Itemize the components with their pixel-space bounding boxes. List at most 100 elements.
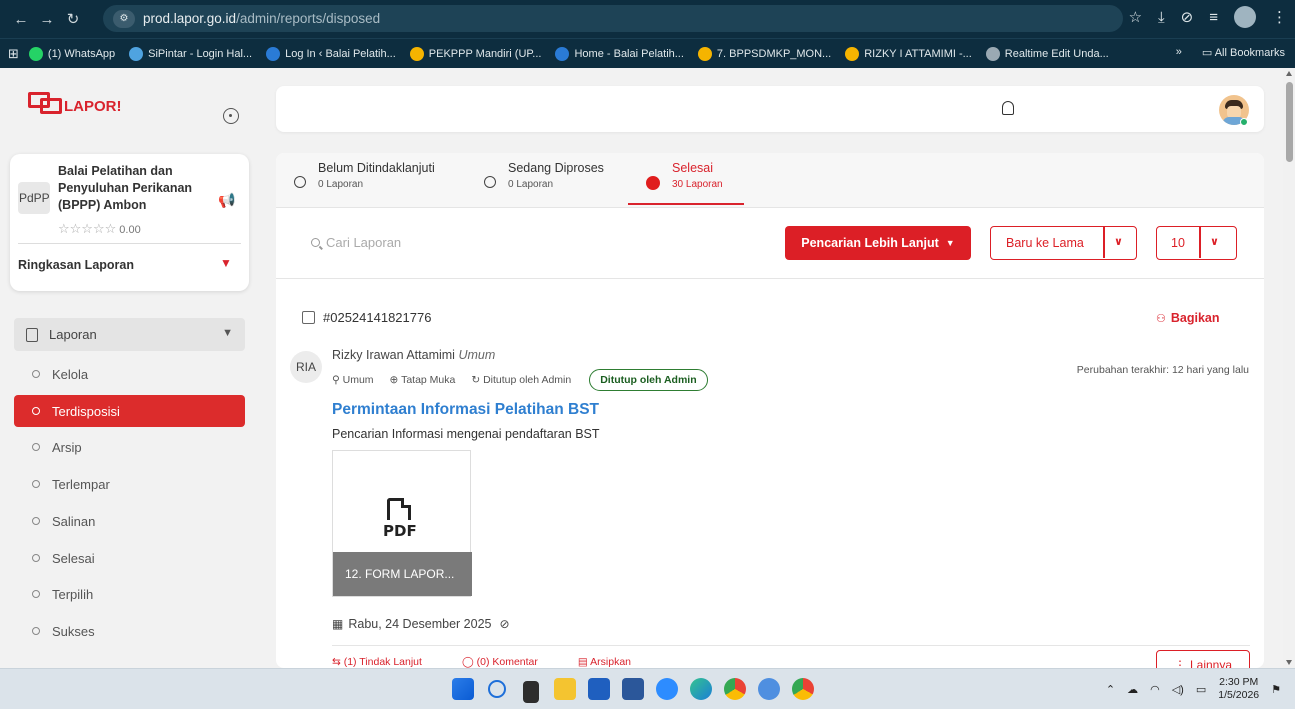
report-title-link[interactable]: Permintaan Informasi Pelatihan BST xyxy=(332,401,599,419)
sort-select[interactable]: Baru ke Lama ∨ xyxy=(990,226,1137,260)
forward-icon[interactable]: → xyxy=(34,11,60,28)
circle-icon xyxy=(32,370,40,378)
store-icon[interactable] xyxy=(588,678,610,700)
sidebar-item-arsip[interactable]: Arsip xyxy=(14,431,245,463)
share-button[interactable]: ⚇ Bagikan xyxy=(1156,311,1220,325)
url-text[interactable]: prod.lapor.go.id/admin/reports/disposed xyxy=(143,11,380,26)
profile-avatar[interactable] xyxy=(1234,6,1256,28)
bell-icon[interactable] xyxy=(1002,101,1014,115)
zoom-icon[interactable] xyxy=(656,678,678,700)
bookmark-item[interactable]: Realtime Edit Unda... xyxy=(985,46,1109,61)
battery-icon[interactable]: ▭ xyxy=(1196,683,1206,696)
ringkasan-laporan-toggle[interactable]: Ringkasan Laporan xyxy=(18,258,134,272)
lapor-logo-icon xyxy=(28,88,62,116)
edge-icon[interactable] xyxy=(690,678,712,700)
radio-icon xyxy=(484,176,496,188)
sidebar-item-sukses[interactable]: Sukses xyxy=(14,615,245,647)
page-scrollbar[interactable] xyxy=(1283,68,1295,668)
report-id[interactable]: #02524141821776 xyxy=(323,310,431,325)
reporter-avatar: RIA xyxy=(290,351,322,383)
tray-overflow-icon[interactable]: ⌃ xyxy=(1106,683,1115,696)
notification-icon[interactable]: ⚑ xyxy=(1271,683,1281,696)
bookmark-item[interactable]: RIZKY I ATTAMIMI -... xyxy=(845,46,972,61)
sidebar-item-selesai[interactable]: Selesai xyxy=(14,542,245,574)
system-clock[interactable]: 2:30 PM 1/5/2026 xyxy=(1218,676,1259,702)
bookmark-item[interactable]: PEKPPP Mandiri (UP... xyxy=(409,46,541,61)
bookmark-item[interactable]: Home - Balai Pelatih... xyxy=(555,46,684,61)
wifi-icon[interactable]: ◠ xyxy=(1150,683,1160,696)
download-icon[interactable]: ⤓ xyxy=(1158,9,1165,26)
address-bar[interactable]: ⚙ prod.lapor.go.id/admin/reports/dispose… xyxy=(103,5,1123,32)
chrome-icon[interactable] xyxy=(724,678,746,700)
tab-sedang-diproses[interactable]: Sedang Diproses 0 Laporan xyxy=(484,161,604,190)
extension-icon[interactable]: ⊘ xyxy=(1181,8,1194,26)
bookmarks-overflow-icon[interactable]: » xyxy=(1176,46,1182,59)
closed-meta: ↻ Ditutup oleh Admin xyxy=(471,374,572,386)
task-view-icon[interactable] xyxy=(523,681,539,703)
report-description: Pencarian Informasi mengenai pendaftaran… xyxy=(332,427,600,441)
browser-toolbar: ← → ↻ ⚙ prod.lapor.go.id/admin/reports/d… xyxy=(0,0,1295,38)
word-icon[interactable] xyxy=(622,678,644,700)
comments-link[interactable]: ◯ (0) Komentar xyxy=(462,656,558,668)
status-tabs: Belum Ditindaklanjuti 0 Laporan Sedang Di… xyxy=(276,153,1264,208)
last-change-text: Perubahan terakhir: 12 hari yang lalu xyxy=(1076,364,1249,376)
bookmark-item[interactable]: SiPintar - Login Hal... xyxy=(129,46,252,61)
bookmark-item[interactable]: 7. BPPSDMKP_MON... xyxy=(697,46,831,61)
chevron-down-icon: ∨ xyxy=(1114,236,1123,248)
more-button[interactable]: ⋮ Lainnya xyxy=(1156,650,1250,668)
menu-laporan-label: Laporan xyxy=(49,327,97,342)
menu-laporan[interactable]: Laporan ▼ xyxy=(14,318,245,351)
chrome-alt-icon[interactable] xyxy=(758,678,780,700)
divider xyxy=(332,645,1250,646)
tag-icon[interactable]: ⊘ xyxy=(500,617,510,631)
file-explorer-icon[interactable] xyxy=(554,678,576,700)
scrollbar-thumb[interactable] xyxy=(1286,82,1293,162)
chevron-down-icon: ▼ xyxy=(222,327,233,339)
windows-taskbar: ⌃ ☁ ◠ ◁) ▭ 2:30 PM 1/5/2026 ⚑ xyxy=(0,668,1295,709)
bookmark-item[interactable]: (1) WhatsApp xyxy=(28,46,115,61)
sidebar: LAPOR! PdPP( Balai Pelatihan dan Penyulu… xyxy=(0,68,262,668)
filter-bar: Pencarian Lebih Lanjut▼ Baru ke Lama ∨ 1… xyxy=(276,209,1264,279)
bookmark-star-icon[interactable]: ☆ xyxy=(1129,8,1142,26)
sidebar-item-terdisposisi[interactable]: Terdisposisi xyxy=(14,395,245,427)
circle-icon xyxy=(32,443,40,451)
sidebar-item-terlempar[interactable]: Terlempar xyxy=(14,468,245,500)
sidebar-item-salinan[interactable]: Salinan xyxy=(14,505,245,537)
channel-meta: ⊕ Tatap Muka xyxy=(389,374,456,386)
browser-menu-icon[interactable]: ⋮ xyxy=(1272,8,1287,26)
chrome-profile-icon[interactable] xyxy=(792,678,814,700)
sidebar-item-kelola[interactable]: Kelola xyxy=(14,358,245,390)
taskbar-search-icon[interactable] xyxy=(488,680,506,698)
network-icon[interactable]: ☁ xyxy=(1127,683,1138,696)
bookmark-item[interactable]: Log In ‹ Balai Pelatih... xyxy=(266,46,396,61)
reading-list-icon[interactable]: ≡ xyxy=(1209,9,1218,26)
lapor-logo[interactable]: LAPOR! xyxy=(28,88,122,116)
bookmark-favicon-icon xyxy=(985,46,1000,61)
all-bookmarks-folder[interactable]: ▭ All Bookmarks xyxy=(1202,46,1285,59)
volume-icon[interactable]: ◁) xyxy=(1172,683,1184,696)
sidebar-item-terpilih[interactable]: Terpilih xyxy=(14,578,245,610)
instansi-name: Balai Pelatihan dan Penyuluhan Perikanan… xyxy=(58,164,193,212)
search-input[interactable] xyxy=(326,231,626,253)
apps-grid-icon[interactable]: ⊞ xyxy=(8,46,19,62)
sidebar-toggle-icon[interactable] xyxy=(223,108,239,124)
report-actions: ⇆ (1) Tindak Lanjut ◯ (0) Komentar ▤ Ars… xyxy=(332,656,671,668)
tab-belum-ditindaklanjuti[interactable]: Belum Ditindaklanjuti 0 Laporan xyxy=(294,161,435,190)
back-icon[interactable]: ← xyxy=(8,11,34,28)
megaphone-icon[interactable]: 📢 xyxy=(218,192,235,209)
reload-icon[interactable]: ↻ xyxy=(60,10,86,28)
advanced-search-button[interactable]: Pencarian Lebih Lanjut ▼ xyxy=(785,226,971,260)
per-page-select[interactable]: 10 ∨ xyxy=(1156,226,1237,260)
radio-icon xyxy=(294,176,306,188)
report-panel: Belum Ditindaklanjuti 0 Laporan Sedang Di… xyxy=(276,153,1264,668)
site-info-icon[interactable]: ⚙ xyxy=(113,9,135,28)
attachment-card[interactable]: PDF 12. FORM LAPOR... xyxy=(332,450,472,597)
archive-link[interactable]: ▤ Arsipkan xyxy=(578,656,651,668)
report-checkbox[interactable] xyxy=(302,311,315,324)
chevron-down-icon[interactable]: ▼ xyxy=(220,256,232,270)
follow-up-link[interactable]: ⇆ (1) Tindak Lanjut xyxy=(332,656,442,668)
windows-start-icon[interactable] xyxy=(452,678,474,700)
tab-selesai[interactable]: Selesai 30 Laporan xyxy=(646,161,723,190)
bookmark-favicon-icon xyxy=(697,46,712,61)
status-badge: Ditutup oleh Admin xyxy=(589,369,708,391)
